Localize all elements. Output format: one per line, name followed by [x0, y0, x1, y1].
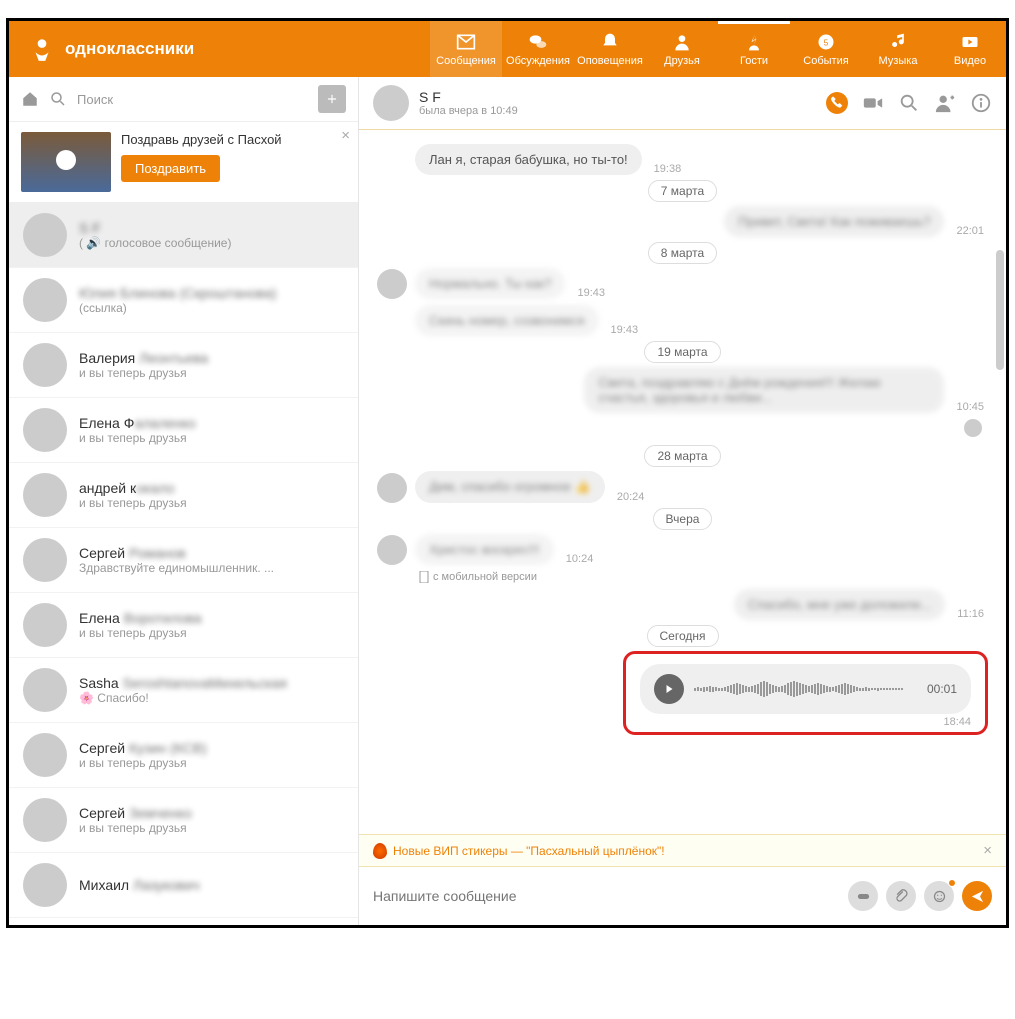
attach-icon[interactable] [886, 881, 916, 911]
new-chat-button[interactable] [318, 85, 346, 113]
nav-music[interactable]: Музыка [862, 21, 934, 77]
home-icon[interactable] [21, 90, 39, 108]
conversation-item[interactable]: Юлия Блинова (Скроштанова)(ссылка) [9, 268, 358, 333]
top-bar: одноклассники Сообщения Обсуждения Опове… [9, 21, 1006, 77]
date-separator: Сегодня [377, 628, 988, 643]
message-avatar [377, 269, 407, 299]
promo-button[interactable]: Поздравить [121, 155, 220, 182]
promo-close-icon[interactable]: × [341, 127, 350, 144]
conversation-item[interactable]: Сергей Земченкои вы теперь друзья [9, 788, 358, 853]
chat-header: S F была вчера в 10:49 [359, 77, 1006, 130]
conversation-list[interactable]: S F( 🔊 голосовое сообщение) Юлия Блинова… [9, 203, 358, 925]
conversation-item[interactable]: Сергей Кузин (КСВ)и вы теперь друзья [9, 723, 358, 788]
conversation-item[interactable]: Елена Воротиловаи вы теперь друзья [9, 593, 358, 658]
message-bubble: Нормально. Ты как? [415, 268, 565, 299]
message-bubble: Лан я, старая бабушка, но ты-то! [415, 144, 642, 175]
voice-message-highlight: 00:01 18:44 [623, 651, 988, 735]
conversation-item[interactable]: Sasha SeroshtanоvaМихельская🌸 Спасибо! [9, 658, 358, 723]
message-bubble: Дим, спасибо огромное 👍 [415, 471, 605, 503]
date-separator: Вчера [377, 511, 988, 526]
sidebar: Поздравь друзей с Пасхой Поздравить × S … [9, 77, 359, 925]
chat-title: S F [419, 89, 518, 105]
message-bubble: Привет, Света! Как поживаешь? [724, 206, 944, 237]
conversation-item[interactable]: андрей кокалои вы теперь друзья [9, 463, 358, 528]
mobile-version-label: с мобильной версии [419, 571, 988, 583]
search-row [9, 77, 358, 122]
messages-area[interactable]: Лан я, старая бабушка, но ты-то!19:38 7 … [359, 130, 1006, 834]
waveform[interactable] [694, 677, 917, 701]
promo-title: Поздравь друзей с Пасхой [121, 132, 282, 147]
read-avatar [964, 419, 982, 437]
date-separator: 8 марта [377, 245, 988, 260]
egg-icon [373, 843, 387, 859]
banner-close-icon[interactable]: × [983, 842, 992, 859]
chat-search-icon[interactable] [898, 92, 920, 114]
play-icon[interactable] [654, 674, 684, 704]
search-input[interactable] [77, 92, 308, 107]
message-bubble: Спасибо, мне уже доложили... [734, 589, 945, 620]
nav-friends[interactable]: Друзья [646, 21, 718, 77]
sticker-icon[interactable] [924, 881, 954, 911]
nav-messages[interactable]: Сообщения [430, 21, 502, 77]
chat-avatar[interactable] [373, 85, 409, 121]
svg-text:5: 5 [824, 37, 829, 47]
message-avatar [377, 473, 407, 503]
date-separator: 19 марта [377, 344, 988, 359]
message-bubble: Скинь номер, созвонимся [415, 305, 599, 336]
chat-panel: S F была вчера в 10:49 Лан я, старая баб… [359, 77, 1006, 925]
voice-duration: 00:01 [927, 682, 957, 696]
compose-row [359, 867, 1006, 925]
video-call-icon[interactable] [862, 92, 884, 114]
send-button[interactable] [962, 881, 992, 911]
nav-events[interactable]: 5События [790, 21, 862, 77]
conversation-item[interactable]: S F( 🔊 голосовое сообщение) [9, 203, 358, 268]
conversation-item[interactable]: Валерия Леонтьеваи вы теперь друзья [9, 333, 358, 398]
search-icon [49, 90, 67, 108]
voice-time: 18:44 [640, 716, 971, 728]
promo-card: Поздравь друзей с Пасхой Поздравить × [9, 122, 358, 203]
add-user-icon[interactable] [934, 92, 956, 114]
call-icon[interactable] [826, 92, 848, 114]
brand[interactable]: одноклассники [9, 36, 214, 62]
message-bubble: Христос воскрес!!! [415, 534, 554, 565]
voice-message[interactable]: 00:01 [640, 664, 971, 714]
nav-video[interactable]: Видео [934, 21, 1006, 77]
nav-notifications[interactable]: Оповещения [574, 21, 646, 77]
ok-logo-icon [29, 36, 55, 62]
compose-input[interactable] [373, 888, 838, 904]
banner-text: Новые ВИП стикеры — "Пасхальный цыплёнок… [393, 844, 665, 858]
top-nav: Сообщения Обсуждения Оповещения Друзья Г… [430, 21, 1006, 77]
conversation-item[interactable]: Елена Фалаленкои вы теперь друзья [9, 398, 358, 463]
date-separator: 28 марта [377, 448, 988, 463]
brand-text: одноклассники [65, 39, 194, 59]
message-bubble: Света, поздравляю с Днём рождения!!! Жел… [584, 367, 944, 413]
nav-discussions[interactable]: Обсуждения [502, 21, 574, 77]
promo-image [21, 132, 111, 192]
conversation-item[interactable]: Сергей РомановЗдравствуйте единомышленни… [9, 528, 358, 593]
conversation-item[interactable]: Михаил Лазукович [9, 853, 358, 918]
games-icon[interactable] [848, 881, 878, 911]
nav-guests[interactable]: Гости [718, 21, 790, 77]
info-icon[interactable] [970, 92, 992, 114]
scrollbar[interactable] [996, 250, 1004, 370]
chat-status: была вчера в 10:49 [419, 105, 518, 117]
date-separator: 7 марта [377, 183, 988, 198]
sticker-banner[interactable]: Новые ВИП стикеры — "Пасхальный цыплёнок… [359, 834, 1006, 867]
message-avatar [377, 535, 407, 565]
